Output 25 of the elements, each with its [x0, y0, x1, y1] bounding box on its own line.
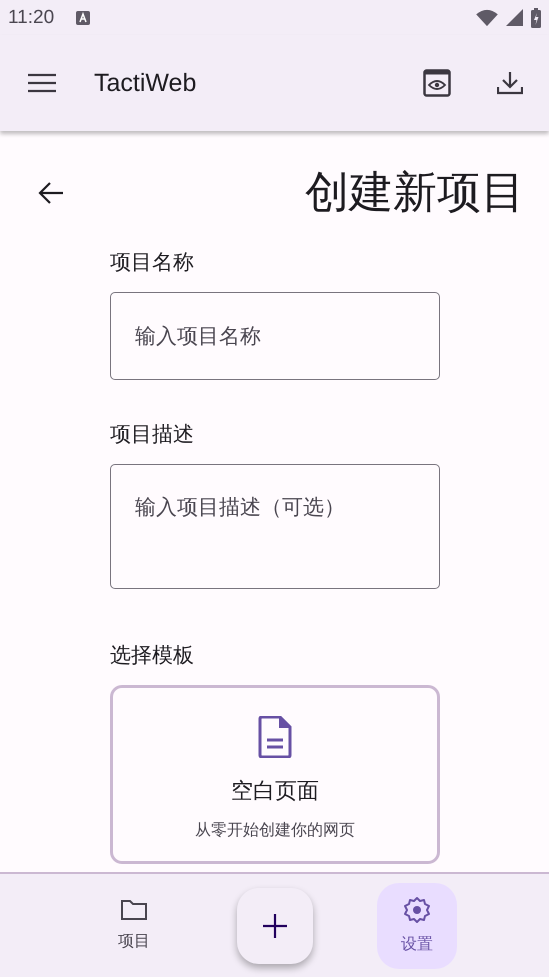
wifi-icon — [476, 8, 498, 26]
template-title: 空白页面 — [231, 778, 319, 806]
download-icon — [497, 71, 523, 95]
menu-icon — [28, 73, 56, 93]
template-description: 从零开始创建你的网页 — [195, 820, 355, 841]
eye-window-icon — [423, 69, 451, 97]
back-arrow-icon — [38, 180, 64, 204]
nav-tab[interactable]: 设置 — [377, 882, 458, 968]
nav-tab[interactable]: 项目 — [94, 882, 174, 968]
plus-icon — [263, 914, 288, 938]
battery-icon — [531, 8, 541, 28]
field-label: 项目名称 — [110, 249, 195, 276]
field-label: 项目描述 — [110, 421, 195, 448]
template-card[interactable]: 空白页面 从零开始创建你的网页 — [110, 685, 440, 864]
document-icon — [258, 716, 292, 758]
folder-icon — [120, 899, 148, 921]
signal-icon — [506, 9, 523, 26]
settings-icon — [403, 896, 432, 924]
description-field[interactable]: 输入项目描述（可选） — [110, 464, 440, 589]
page-title: 创建新项目 — [305, 166, 525, 220]
status-time: 11:20 — [8, 6, 54, 28]
name-field[interactable]: 输入项目名称 — [110, 292, 440, 380]
app-title: TactiWeb — [94, 68, 196, 98]
keyboard-notification-icon — [76, 10, 90, 24]
section-label: 选择模板 — [110, 642, 195, 669]
